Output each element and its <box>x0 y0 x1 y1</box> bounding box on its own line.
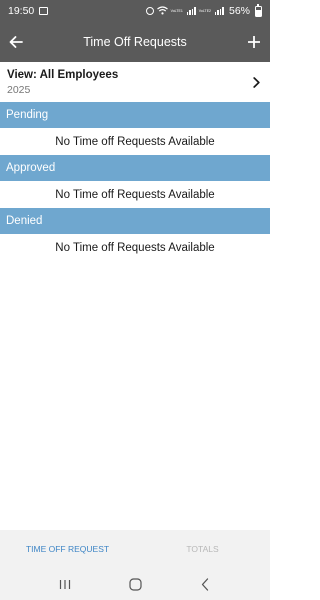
page-title: Time Off Requests <box>83 35 187 49</box>
section-header-approved: Approved <box>0 155 270 181</box>
pending-empty-message: No Time off Requests Available <box>0 129 270 155</box>
signal-2-icon <box>214 7 224 15</box>
gallery-notification-icon <box>39 7 49 15</box>
status-time: 19:50 <box>8 5 35 17</box>
approved-empty-message: No Time off Requests Available <box>0 182 270 208</box>
view-label: View: All Employees <box>7 68 119 81</box>
battery-icon <box>255 3 262 17</box>
app-bar: Time Off Requests <box>0 22 270 62</box>
signal-1-icon <box>186 7 196 15</box>
tab-totals[interactable]: TOTALS <box>135 544 270 554</box>
alarm-icon <box>145 7 154 15</box>
home-icon <box>128 577 142 591</box>
back-button[interactable] <box>0 22 32 62</box>
volte-2-label: VoLTE2 <box>198 9 211 13</box>
recent-apps-icon <box>59 579 71 589</box>
tab-time-off-request[interactable]: TIME OFF REQUEST <box>0 544 135 554</box>
add-request-button[interactable] <box>238 22 270 62</box>
arrow-left-icon <box>9 36 23 48</box>
view-selector[interactable]: View: All Employees 2025 <box>0 62 270 102</box>
home-button[interactable] <box>120 572 150 596</box>
denied-empty-message: No Time off Requests Available <box>0 235 270 261</box>
system-back-button[interactable] <box>190 572 220 596</box>
bottom-tab-bar: TIME OFF REQUEST TOTALS <box>0 530 270 568</box>
recent-apps-button[interactable] <box>50 572 80 596</box>
back-chevron-icon <box>201 577 209 591</box>
view-selector-text: View: All Employees 2025 <box>7 68 249 97</box>
plus-icon <box>248 36 260 48</box>
volte-1-label: VoLTE1 <box>170 9 183 13</box>
section-header-denied: Denied <box>0 208 270 234</box>
section-header-pending: Pending <box>0 102 270 128</box>
battery-percent: 56% <box>228 5 250 17</box>
wifi-icon <box>156 5 168 17</box>
status-bar: 19:50 VoLTE1 VoLTE2 56% <box>0 0 270 22</box>
chevron-right-icon <box>249 76 263 88</box>
status-icons: VoLTE1 VoLTE2 56% <box>145 3 262 17</box>
view-year: 2025 <box>7 83 31 96</box>
system-nav-bar <box>0 568 270 600</box>
